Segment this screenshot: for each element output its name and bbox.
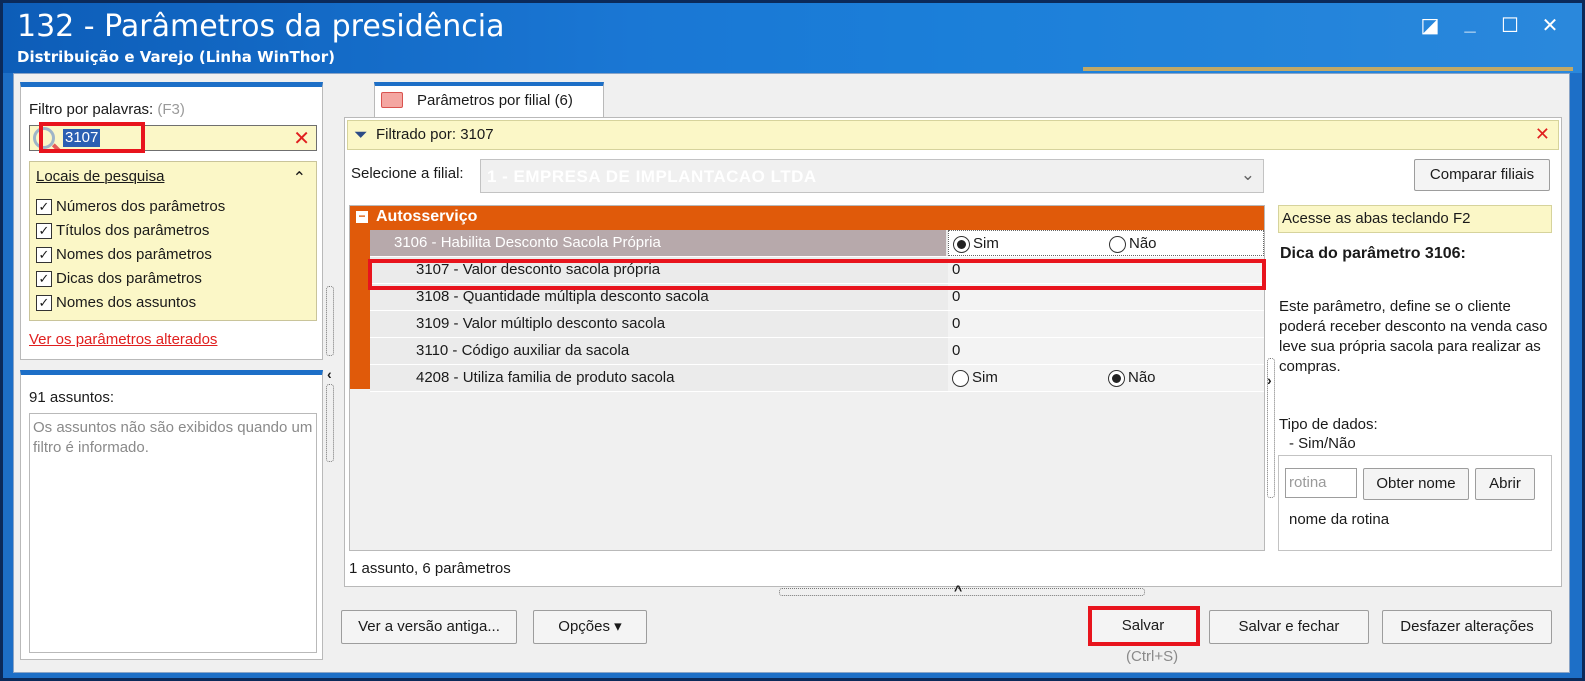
caret-down-icon: ▾ [614, 618, 622, 635]
parameters-grid: − Autosserviço 3106 - Habilita Desconto … [349, 205, 1265, 551]
group-title: Autosserviço [376, 208, 478, 225]
highlight-row-box [368, 259, 1266, 290]
folder-icon [381, 92, 403, 108]
radio-sim[interactable]: Sim [952, 369, 998, 387]
table-row[interactable]: 3110 - Código auxiliar da sacola 0 [370, 338, 1264, 365]
table-row[interactable]: 3109 - Valor múltiplo desconto sacola 0 [370, 311, 1264, 338]
filter-bar: ⏷ Filtrado por: 3107 ✕ [347, 120, 1559, 150]
checkbox-icon[interactable]: ✓ [36, 222, 52, 239]
window-subtitle: Distribuição e Varejo (Linha WinThor) [17, 48, 335, 66]
filter-panel: Filtro por palavras: (F3) 3107 ✕ Locais … [20, 82, 323, 360]
param-value-cell[interactable]: Sim Não [948, 230, 1264, 256]
clear-filter-icon[interactable]: ✕ [293, 126, 310, 151]
param-name: 3106 - Habilita Desconto Sacola Própria [370, 230, 946, 256]
rotina-input[interactable]: rotina [1285, 468, 1357, 498]
grid-footer: 1 assunto, 6 parâmetros [349, 560, 511, 577]
save-shortcut: (Ctrl+S) [1126, 648, 1179, 665]
collapse-icon[interactable]: ⌃ [293, 168, 306, 188]
checkbox-icon[interactable]: ✓ [36, 198, 52, 215]
radio-selected-icon[interactable] [1108, 369, 1125, 387]
restore-icon[interactable]: ◪ [1418, 13, 1442, 38]
collapse-left-icon[interactable]: ‹ [327, 366, 332, 382]
table-row[interactable]: 3106 - Habilita Desconto Sacola Própria … [370, 230, 1264, 257]
hint-title: Dica do parâmetro 3106: [1280, 245, 1466, 262]
checkbox-icon[interactable]: ✓ [36, 294, 52, 311]
param-name: 3110 - Código auxiliar da sacola [416, 342, 630, 359]
tab-label: Parâmetros por filial (6) [417, 92, 573, 109]
checkbox-assuntos[interactable]: ✓ Nomes dos assuntos [36, 294, 196, 311]
window-controls: ◪ _ ☐ ✕ [1418, 13, 1562, 38]
title-accent [1083, 67, 1573, 71]
rotina-box: rotina Obter nome Abrir nome da rotina [1278, 455, 1552, 551]
funnel-icon: ⏷ [354, 125, 368, 144]
table-row[interactable]: 4208 - Utiliza familia de produto sacola… [370, 365, 1264, 392]
subjects-count: 91 assuntos: [29, 389, 115, 406]
radio-selected-icon[interactable] [953, 235, 970, 253]
radio-nao[interactable]: Não [1109, 235, 1157, 253]
title-bar: 132 - Parâmetros da presidência Distribu… [3, 3, 1582, 73]
param-value[interactable]: 0 [948, 311, 1264, 337]
vertical-splitter-bottom[interactable] [326, 384, 334, 462]
chevron-down-icon[interactable]: ⌄ [1241, 165, 1255, 185]
expand-right-icon[interactable]: › [1267, 372, 1272, 388]
subjects-panel: 91 assuntos: Os assuntos não são exibido… [20, 370, 323, 660]
vertical-splitter-top[interactable] [326, 286, 334, 356]
hint-text: Este parâmetro, define se o cliente pode… [1279, 298, 1548, 375]
app-window: 132 - Parâmetros da presidência Distribu… [0, 0, 1585, 681]
main-body: Filtro por palavras: (F3) 3107 ✕ Locais … [13, 73, 1570, 673]
filial-label: Selecione a filial: [351, 165, 464, 182]
filial-select[interactable]: 1 - EMPRESA DE IMPLANTACAO LTDA ⌄ [480, 159, 1264, 193]
changed-params-link[interactable]: Ver os parâmetros alterados [29, 331, 217, 348]
data-type: Tipo de dados: - Sim/Não [1279, 416, 1378, 452]
checkbox-icon[interactable]: ✓ [36, 246, 52, 263]
old-version-button[interactable]: Ver a versão antiga... [341, 610, 517, 644]
tab-parametros-filial[interactable]: Parâmetros por filial (6) [374, 82, 604, 118]
group-indicator [350, 230, 370, 389]
radio-nao[interactable]: Não [1108, 369, 1156, 387]
f2-hint: Acesse as abas teclando F2 [1278, 205, 1552, 233]
highlight-box [39, 122, 145, 153]
abrir-button[interactable]: Abrir [1475, 468, 1535, 500]
filter-hint: (F3) [157, 101, 185, 118]
filter-label: Filtro por palavras: (F3) [29, 101, 185, 118]
filter-bar-text: Filtrado por: 3107 [376, 126, 494, 143]
save-close-button[interactable]: Salvar e fechar [1209, 610, 1369, 644]
obter-nome-button[interactable]: Obter nome [1363, 468, 1469, 500]
search-locations-title[interactable]: Locais de pesquisa [36, 168, 164, 185]
checkbox-icon[interactable]: ✓ [36, 270, 52, 287]
window-title: 132 - Parâmetros da presidência [17, 9, 505, 44]
maximize-icon[interactable]: ☐ [1498, 13, 1522, 38]
param-name: 4208 - Utiliza familia de produto sacola [416, 369, 675, 386]
radio-icon[interactable] [1109, 235, 1126, 253]
param-value-cell[interactable]: Sim Não [948, 365, 1264, 391]
minimize-icon[interactable]: _ [1458, 13, 1482, 38]
radio-icon[interactable] [952, 369, 969, 387]
subjects-list: Os assuntos não são exibidos quando um f… [29, 413, 317, 653]
checkbox-titulos[interactable]: ✓ Títulos dos parâmetros [36, 222, 209, 239]
radio-sim[interactable]: Sim [953, 235, 999, 253]
checkbox-nomes[interactable]: ✓ Nomes dos parâmetros [36, 246, 212, 263]
filial-value: 1 - EMPRESA DE IMPLANTACAO LTDA [487, 167, 817, 186]
clear-filterbar-icon[interactable]: ✕ [1535, 124, 1550, 145]
close-icon[interactable]: ✕ [1538, 13, 1562, 38]
collapse-up-icon[interactable]: ^ [954, 582, 962, 598]
tab-content: ⏷ Filtrado por: 3107 ✕ Selecione a filia… [344, 117, 1562, 587]
search-locations-box: Locais de pesquisa ⌃ ✓ Números dos parâme… [29, 161, 317, 321]
param-name: 3109 - Valor múltiplo desconto sacola [416, 315, 666, 332]
undo-button[interactable]: Desfazer alterações [1382, 610, 1552, 644]
highlight-save-box [1088, 606, 1200, 646]
compare-filiais-button[interactable]: Comparar filiais [1414, 159, 1550, 191]
rotina-name: nome da rotina [1289, 511, 1390, 528]
param-value[interactable]: 0 [948, 338, 1264, 364]
checkbox-dicas[interactable]: ✓ Dicas dos parâmetros [36, 270, 202, 287]
group-header[interactable]: − Autosserviço [350, 206, 1264, 230]
collapse-group-icon[interactable]: − [356, 210, 368, 223]
options-button[interactable]: Opções ▾ [533, 610, 647, 644]
checkbox-numeros[interactable]: ✓ Números dos parâmetros [36, 198, 225, 215]
